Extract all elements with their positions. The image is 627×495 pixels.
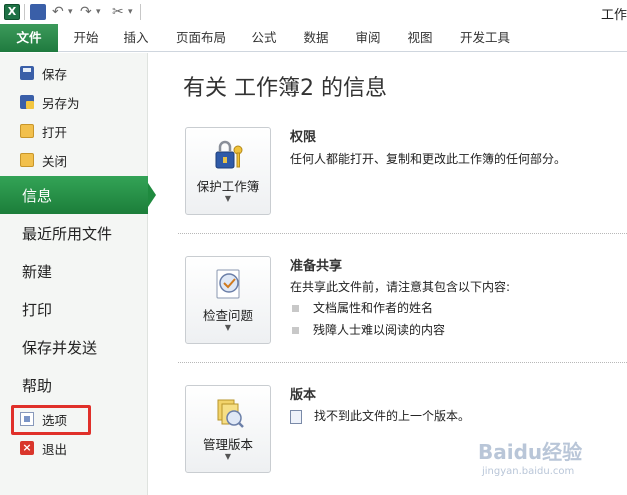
chevron-down-icon: ▼ (224, 452, 232, 461)
sidebar-item-label: 关闭 (42, 153, 68, 169)
bullet-text: 残障人士难以阅读的内容 (313, 323, 446, 337)
manage-versions-icon (217, 399, 244, 428)
version-text: 找不到此文件的上一个版本。 (314, 409, 471, 423)
sidebar-item-label: 保存 (42, 66, 68, 82)
sidebar-item-label: 打开 (42, 124, 68, 140)
tab-view[interactable]: 视图 (400, 24, 440, 52)
protect-workbook-button[interactable]: 保护工作簿 ▼ (185, 127, 271, 215)
tab-home[interactable]: 开始 (66, 24, 106, 52)
customize-dropdown-icon[interactable]: ▾ (128, 2, 133, 22)
sidebar-item-save-as[interactable]: 另存为 (0, 88, 148, 116)
lock-keys-icon (215, 140, 243, 169)
toolbar-separator (140, 4, 141, 20)
tab-data[interactable]: 数据 (296, 24, 336, 52)
section-desc-permissions: 任何人都能打开、复制和更改此工作簿的任何部分。 (290, 152, 567, 166)
section-divider (178, 233, 627, 234)
watermark-url: jingyan.baidu.com (482, 466, 575, 477)
excel-logo-icon: X (4, 4, 20, 20)
sidebar-item-close[interactable]: 关闭 (0, 146, 148, 174)
open-folder-icon (20, 124, 34, 138)
section-desc-prepare-sharing: 在共享此文件前，请注意其包含以下内容: (290, 280, 511, 294)
sidebar-item-save[interactable]: 保存 (0, 59, 148, 87)
inspect-document-icon (216, 269, 240, 299)
tab-developer[interactable]: 开发工具 (454, 24, 516, 52)
tab-review[interactable]: 审阅 (348, 24, 388, 52)
quick-access-toolbar: X ↶ ▾ ↷ ▾ ✂ ▾ 工作 (0, 0, 627, 24)
document-version-icon (290, 409, 302, 424)
save-as-icon (20, 95, 34, 109)
sidebar-item-label: 打印 (22, 300, 53, 319)
window-title: 工作 (600, 8, 627, 23)
sidebar-item-info[interactable]: 信息 (0, 176, 156, 214)
sidebar-item-label: 帮助 (22, 376, 53, 395)
sidebar-item-label: 保存并发送 (22, 338, 98, 357)
section-desc-versions: 找不到此文件的上一个版本。 (290, 407, 470, 424)
section-title-permissions: 权限 (290, 130, 317, 145)
section-title-versions: 版本 (290, 388, 317, 403)
section-title-prepare-sharing: 准备共享 (290, 259, 343, 274)
tab-insert[interactable]: 插入 (116, 24, 156, 52)
options-highlight-box (11, 405, 91, 435)
sidebar-item-new[interactable]: 新建 (0, 252, 148, 290)
redo-dropdown-icon[interactable]: ▾ (96, 2, 101, 22)
tab-page-layout[interactable]: 页面布局 (170, 24, 232, 52)
sidebar-item-label: 退出 (42, 441, 68, 457)
button-label: 管理版本 (202, 437, 253, 452)
sidebar-item-label: 新建 (22, 262, 53, 281)
sidebar-item-label: 最近所用文件 (22, 224, 113, 243)
sidebar-item-print[interactable]: 打印 (0, 290, 148, 328)
undo-dropdown-icon[interactable]: ▾ (68, 2, 73, 22)
sidebar-item-label: 另存为 (42, 95, 80, 111)
tab-formulas[interactable]: 公式 (244, 24, 284, 52)
close-folder-icon (20, 153, 34, 167)
sidebar-item-save-send[interactable]: 保存并发送 (0, 328, 148, 366)
active-arrow (148, 183, 156, 207)
watermark-logo: Baidu经验 (478, 440, 583, 464)
sidebar-item-help[interactable]: 帮助 (0, 366, 148, 404)
undo-icon[interactable]: ↶ (52, 2, 64, 22)
bullet-text: 文档属性和作者的姓名 (313, 301, 434, 315)
chevron-down-icon: ▼ (224, 194, 232, 203)
tools-icon[interactable]: ✂ (112, 2, 124, 22)
button-label: 检查问题 (202, 308, 253, 323)
exit-icon: × (20, 441, 34, 455)
save-icon[interactable] (30, 4, 46, 20)
button-label: 保护工作簿 (196, 179, 260, 194)
save-icon (20, 66, 34, 80)
page-title: 有关 工作簿2 的信息 (183, 76, 387, 101)
list-item: 残障人士难以阅读的内容 (292, 321, 445, 338)
ribbon-tabs: 文件 开始 插入 页面布局 公式 数据 审阅 视图 开发工具 (0, 24, 627, 52)
tab-file[interactable]: 文件 (0, 24, 58, 52)
toolbar-separator (24, 4, 25, 20)
check-issues-button[interactable]: 检查问题 ▼ (185, 256, 271, 344)
redo-icon[interactable]: ↷ (80, 2, 92, 22)
section-divider (178, 362, 627, 363)
bullet-icon (292, 305, 299, 312)
chevron-down-icon: ▼ (224, 323, 232, 332)
sidebar-item-recent[interactable]: 最近所用文件 (0, 214, 148, 252)
sidebar-item-label: 信息 (22, 186, 53, 205)
sidebar-item-exit[interactable]: × 退出 (0, 434, 148, 462)
sidebar-item-open[interactable]: 打开 (0, 117, 148, 145)
list-item: 文档属性和作者的姓名 (292, 299, 433, 316)
manage-versions-button[interactable]: 管理版本 ▼ (185, 385, 271, 473)
bullet-icon (292, 327, 299, 334)
